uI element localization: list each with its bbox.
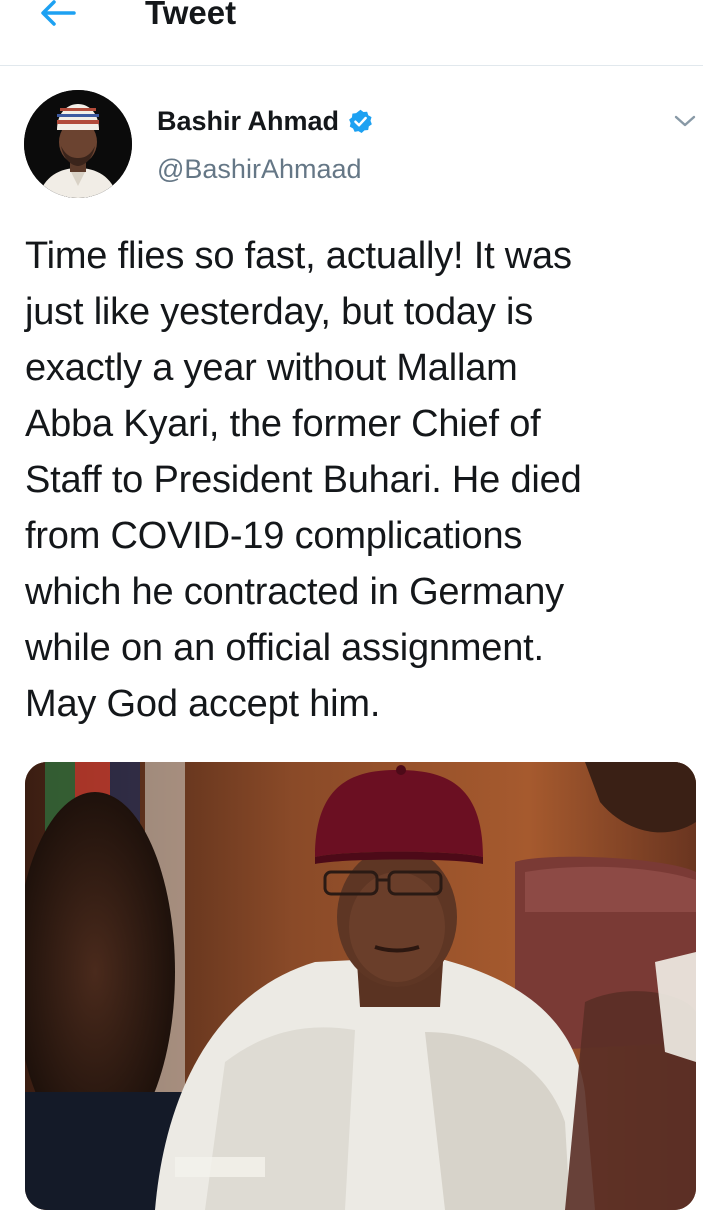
tweet-detail-page: Tweet Bashir Ahmad @BashirAhmaad Time fl… xyxy=(0,0,703,1220)
arrow-left-icon xyxy=(41,0,76,26)
avatar[interactable] xyxy=(24,90,132,198)
photo-image xyxy=(25,762,696,1210)
chevron-down-icon xyxy=(674,115,696,127)
back-button[interactable] xyxy=(30,0,86,38)
avatar-image xyxy=(24,90,132,198)
top-bar: Tweet xyxy=(0,0,703,66)
tweet-text: Time flies so fast, actually! It was jus… xyxy=(25,235,582,725)
author-name[interactable]: Bashir Ahmad xyxy=(157,104,374,138)
tweet-menu-button[interactable] xyxy=(668,106,702,136)
author-handle[interactable]: @BashirAhmaad xyxy=(157,152,362,186)
tweet-photo[interactable] xyxy=(25,762,696,1210)
page-title: Tweet xyxy=(145,0,237,31)
verified-badge-icon xyxy=(349,109,372,133)
author-name-text: Bashir Ahmad xyxy=(157,106,340,136)
